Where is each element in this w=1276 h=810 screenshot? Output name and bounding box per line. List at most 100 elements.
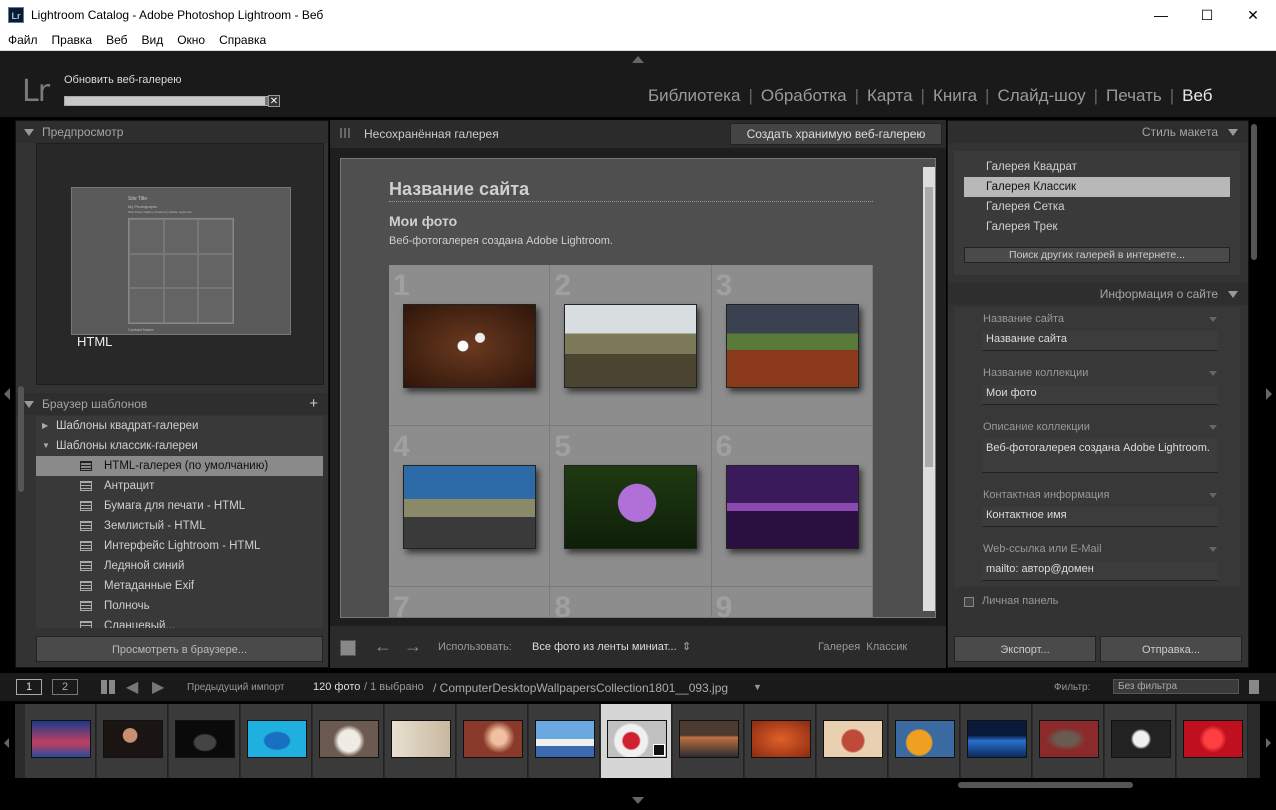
menu-edit[interactable]: Правка <box>46 30 99 51</box>
filmstrip-image[interactable] <box>1039 720 1099 758</box>
photo-purple-crocus[interactable] <box>564 465 698 549</box>
photo-red-field[interactable] <box>725 304 859 388</box>
right-panel-toggle-icon[interactable] <box>1266 388 1272 400</box>
grid-cell[interactable]: 3 <box>711 265 873 426</box>
menu-web[interactable]: Веб <box>100 30 133 51</box>
left-panel-toggle-icon[interactable] <box>4 388 10 400</box>
photo-desert-road[interactable] <box>403 465 536 549</box>
module-book[interactable]: Книга <box>925 86 985 105</box>
left-panel-scrollbar[interactable] <box>18 386 24 492</box>
filmstrip-image[interactable] <box>31 720 91 758</box>
filmstrip-thumb[interactable] <box>241 704 312 778</box>
filmstrip-image[interactable] <box>103 720 163 758</box>
filmstrip-scroll-left-icon[interactable] <box>4 738 9 748</box>
filmstrip-thumb[interactable] <box>1177 704 1248 778</box>
collapse-icon[interactable] <box>24 401 34 408</box>
upload-button[interactable]: Отправка... <box>1100 636 1242 662</box>
web-link-input[interactable]: mailto: автор@домен <box>982 561 1218 581</box>
field-dropdown-icon[interactable] <box>1209 493 1217 498</box>
template-folder[interactable]: ▼ Шаблоны классик-галереи <box>36 436 323 456</box>
module-library[interactable]: Библиотека <box>640 86 748 105</box>
filter-select[interactable]: Без фильтра <box>1113 679 1239 694</box>
site-title[interactable]: Название сайта <box>389 179 529 200</box>
use-source-dropdown-icon[interactable]: ⇕ <box>682 640 691 653</box>
collapse-icon[interactable] <box>1228 129 1238 136</box>
filmstrip-thumb[interactable] <box>745 704 816 778</box>
filmstrip-image[interactable] <box>895 720 955 758</box>
grid-cell[interactable]: 2 <box>550 265 712 426</box>
bottom-panel-toggle-icon[interactable] <box>632 797 644 804</box>
preview-in-browser-button[interactable]: Просмотреть в браузере... <box>36 636 323 662</box>
filmstrip-thumb[interactable] <box>1105 704 1176 778</box>
filmstrip-image[interactable] <box>1111 720 1171 758</box>
filter-lock-icon[interactable] <box>1249 680 1259 694</box>
close-button[interactable]: ✕ <box>1230 0 1276 30</box>
menu-help[interactable]: Справка <box>213 30 272 51</box>
filmstrip-image[interactable] <box>1183 720 1243 758</box>
photo-purple-harbor[interactable] <box>725 465 859 549</box>
filmstrip-thumb[interactable] <box>529 704 600 778</box>
progress-cancel-icon[interactable]: ✕ <box>268 95 280 107</box>
export-button[interactable]: Экспорт... <box>954 636 1096 662</box>
top-panel-toggle-icon[interactable] <box>632 56 644 63</box>
module-print[interactable]: Печать <box>1098 86 1170 105</box>
secondary-display-button[interactable]: 2 <box>52 679 78 695</box>
module-web[interactable]: Веб <box>1174 86 1220 105</box>
filmstrip-image[interactable] <box>535 720 595 758</box>
find-more-galleries-button[interactable]: Поиск других галерей в интернете... <box>964 247 1230 263</box>
template-browser-header[interactable]: Браузер шаблонов + <box>16 393 328 415</box>
grid-cell[interactable]: 6 <box>711 426 873 587</box>
menu-file[interactable]: Файл <box>2 30 44 51</box>
menu-view[interactable]: Вид <box>135 30 169 51</box>
site-info-header[interactable]: Информация о сайте <box>948 283 1248 305</box>
layout-style-item[interactable]: Галерея Классик <box>964 177 1230 197</box>
filmstrip-thumb[interactable] <box>25 704 96 778</box>
forward-arrow-icon[interactable]: ▶ <box>152 677 164 697</box>
filmstrip-thumb[interactable] <box>889 704 960 778</box>
grid-view-icon[interactable] <box>101 680 115 694</box>
filmstrip-thumb[interactable] <box>1033 704 1104 778</box>
current-file-path[interactable]: / ComputerDesktopWallpapersCollection180… <box>433 681 728 695</box>
filmstrip-image[interactable] <box>247 720 307 758</box>
photo-coffee-beans[interactable] <box>403 304 536 388</box>
minimize-button[interactable]: — <box>1138 0 1184 30</box>
right-panel-scrollbar[interactable] <box>1251 124 1257 260</box>
filmstrip-thumb[interactable] <box>457 704 528 778</box>
preview-header[interactable]: Предпросмотр <box>16 121 328 143</box>
grid-cell[interactable]: 4 <box>389 426 551 587</box>
filmstrip-thumb[interactable] <box>385 704 456 778</box>
collection-description[interactable]: Веб-фотогалерея создана Adobe Lightroom. <box>389 235 613 247</box>
private-panel-checkbox[interactable] <box>964 597 974 607</box>
template-item[interactable]: HTML-галерея (по умолчанию) <box>36 456 323 476</box>
stop-icon[interactable] <box>340 640 356 656</box>
template-item[interactable]: Сланцевый... <box>36 616 323 628</box>
template-item[interactable]: Метаданные Exif <box>36 576 323 596</box>
filmstrip-thumb[interactable] <box>673 704 744 778</box>
filmstrip-image[interactable] <box>679 720 739 758</box>
photo-coast-hills[interactable] <box>564 304 698 388</box>
field-dropdown-icon[interactable] <box>1209 371 1217 376</box>
previous-arrow-icon[interactable]: ← <box>374 636 392 657</box>
template-item[interactable]: Землистый - HTML <box>36 516 323 536</box>
collapse-icon[interactable] <box>1228 291 1238 298</box>
field-dropdown-icon[interactable] <box>1209 425 1217 430</box>
collapse-icon[interactable] <box>24 129 34 136</box>
module-slideshow[interactable]: Слайд-шоу <box>989 86 1093 105</box>
filmstrip-image[interactable] <box>751 720 811 758</box>
filmstrip-scrollbar[interactable] <box>958 782 1133 788</box>
filmstrip-thumb[interactable] <box>961 704 1032 778</box>
field-dropdown-icon[interactable] <box>1209 317 1217 322</box>
add-template-icon[interactable]: + <box>309 393 318 415</box>
maximize-button[interactable]: ☐ <box>1184 0 1230 30</box>
grid-cell[interactable]: 9 <box>712 587 873 617</box>
template-item[interactable]: Бумага для печати - HTML <box>36 496 323 516</box>
template-item[interactable]: Антрацит <box>36 476 323 496</box>
layout-style-item[interactable]: Галерея Квадрат <box>954 157 1240 177</box>
back-arrow-icon[interactable]: ◀ <box>126 677 138 697</box>
layout-style-header[interactable]: Стиль макета <box>948 121 1248 143</box>
filmstrip-thumb[interactable] <box>169 704 240 778</box>
collection-title[interactable]: Мои фото <box>389 213 457 229</box>
filmstrip-image[interactable] <box>391 720 451 758</box>
module-map[interactable]: Карта <box>859 86 921 105</box>
filmstrip-thumb[interactable] <box>97 704 168 778</box>
